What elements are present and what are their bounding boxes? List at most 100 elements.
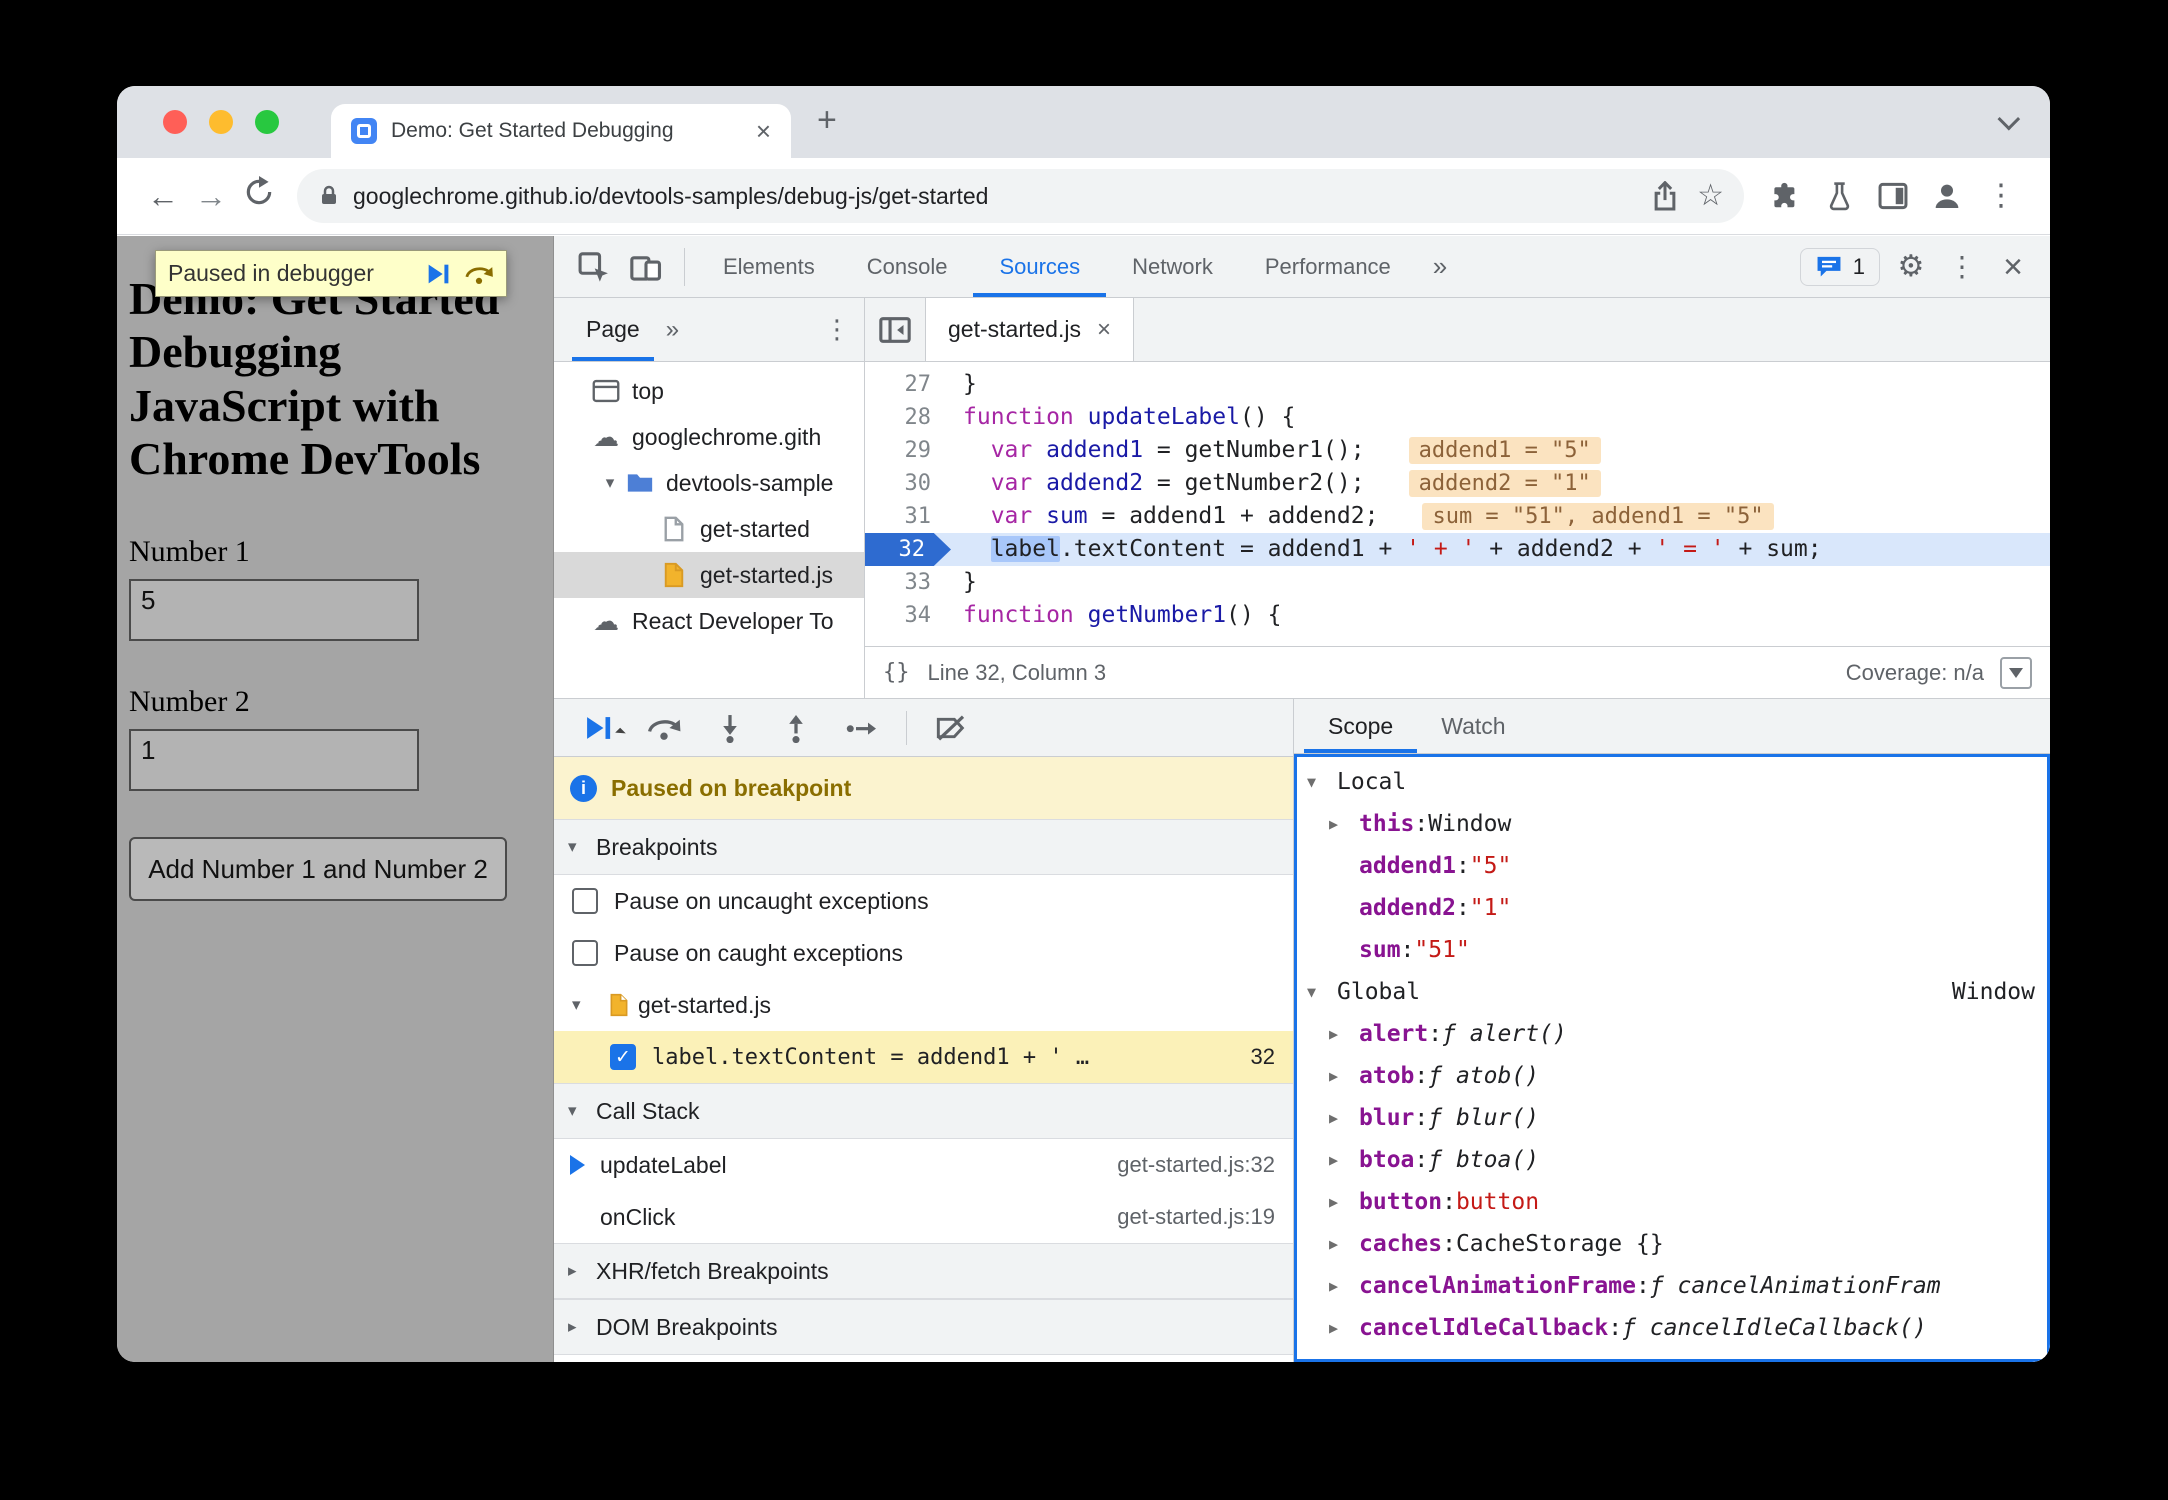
- forward-button[interactable]: →: [187, 178, 235, 215]
- add-numbers-button[interactable]: Add Number 1 and Number 2: [129, 837, 507, 902]
- profile-avatar[interactable]: [1920, 180, 1974, 212]
- scope-entry-captureevents[interactable]: ▶captureEvents: ƒ captureEvents(): [1297, 1349, 2047, 1359]
- extensions-puzzle-icon[interactable]: [1758, 181, 1812, 211]
- line-number-29[interactable]: 29: [865, 434, 951, 467]
- pause-uncaught-exceptions-row[interactable]: Pause on uncaught exceptions: [554, 875, 1293, 927]
- line-number-30[interactable]: 30: [865, 467, 951, 500]
- scope-entry-btoa[interactable]: ▶ btoa: ƒ btoa(): [1297, 1139, 2047, 1181]
- devtools-tab-network[interactable]: Network: [1106, 236, 1239, 297]
- code-line-34[interactable]: 34 function getNumber1() {: [865, 599, 2050, 632]
- scope-entry-global[interactable]: ▼ Global Window: [1297, 971, 2047, 1013]
- call-stack-frame-updatelabel[interactable]: updateLabel get-started.js:32: [554, 1139, 1293, 1191]
- tree-item-devtools-sample[interactable]: ▾ devtools-sample: [554, 460, 864, 506]
- devtools-tab-elements[interactable]: Elements: [697, 236, 841, 297]
- code-line-32[interactable]: 32 label.textContent = addend1 + ' + ' +…: [865, 533, 2050, 566]
- navigator-tab-page[interactable]: Page: [572, 298, 654, 361]
- flask-extension-icon[interactable]: [1812, 181, 1866, 211]
- pause-uncaught-checkbox[interactable]: [572, 888, 598, 914]
- code-line-29[interactable]: 29 var addend1 = getNumber1(); addend1 = …: [865, 434, 2050, 467]
- reload-button[interactable]: [235, 176, 283, 216]
- minimize-window-button[interactable]: [209, 110, 233, 134]
- line-number-32[interactable]: 32: [865, 533, 951, 566]
- more-tabs-button[interactable]: »: [1417, 251, 1463, 282]
- number2-input[interactable]: 1: [129, 729, 419, 792]
- scope-entry-this[interactable]: ▶ this: Window: [1297, 803, 2047, 845]
- scope-entry-blur[interactable]: ▶ blur: ƒ blur(): [1297, 1097, 2047, 1139]
- tab-close-icon[interactable]: ×: [756, 118, 771, 144]
- line-number-33[interactable]: 33: [865, 566, 951, 599]
- scope-entry-caches[interactable]: ▶ caches: CacheStorage {}: [1297, 1223, 2047, 1265]
- tab-scope[interactable]: Scope: [1304, 699, 1417, 753]
- editor-file-tab-close-icon[interactable]: ×: [1097, 316, 1111, 344]
- code-line-30[interactable]: 30 var addend2 = getNumber2(); addend2 = …: [865, 467, 2050, 500]
- console-messages-badge[interactable]: 1: [1799, 247, 1880, 286]
- step-button[interactable]: [834, 715, 890, 741]
- editor-file-tab[interactable]: get-started.js ×: [925, 298, 1134, 361]
- back-button[interactable]: ←: [139, 178, 187, 215]
- bookmark-star-icon[interactable]: ☆: [1697, 181, 1724, 211]
- url-text[interactable]: googlechrome.github.io/devtools-samples/…: [353, 183, 1633, 210]
- deactivate-breakpoints-button[interactable]: [923, 714, 979, 742]
- call-stack-frame-onclick[interactable]: onClick get-started.js:19: [554, 1191, 1293, 1243]
- scope-entry-sum[interactable]: sum: "51": [1297, 929, 2047, 971]
- maximize-window-button[interactable]: [255, 110, 279, 134]
- step-out-button[interactable]: [768, 713, 824, 743]
- resume-button[interactable]: [570, 713, 626, 743]
- xhr-breakpoints-section-header[interactable]: ▸ XHR/fetch Breakpoints: [554, 1243, 1293, 1299]
- scope-entry-addend2[interactable]: addend2: "1": [1297, 887, 2047, 929]
- share-icon[interactable]: [1651, 181, 1679, 211]
- tab-watch[interactable]: Watch: [1417, 699, 1529, 753]
- pause-caught-checkbox[interactable]: [572, 940, 598, 966]
- number1-input[interactable]: 5: [129, 579, 419, 642]
- scope-entry-local[interactable]: ▼ Local: [1297, 761, 2047, 803]
- scope-entry-cancelanimationframe[interactable]: ▶ cancelAnimationFrame: ƒ cancelAnimation…: [1297, 1265, 2047, 1307]
- scope-entry-atob[interactable]: ▶ atob: ƒ atob(): [1297, 1055, 2047, 1097]
- pause-caught-exceptions-row[interactable]: Pause on caught exceptions: [554, 927, 1293, 979]
- tree-item-googlechrome-gith[interactable]: ☁ googlechrome.gith: [554, 414, 864, 460]
- code-line-33[interactable]: 33}: [865, 566, 2050, 599]
- breakpoints-section-header[interactable]: ▾ Breakpoints: [554, 819, 1293, 875]
- code-line-31[interactable]: 31 var sum = addend1 + addend2; sum = "51…: [865, 500, 2050, 533]
- address-bar[interactable]: googlechrome.github.io/devtools-samples/…: [297, 169, 1744, 223]
- tree-item-react-developer-to[interactable]: ☁ React Developer To: [554, 598, 864, 644]
- scope-entry-cancelidlecallback[interactable]: ▶ cancelIdleCallback: ƒ cancelIdleCallbac…: [1297, 1307, 2047, 1349]
- inspect-element-icon[interactable]: [568, 251, 620, 283]
- browser-tab[interactable]: Demo: Get Started Debugging ×: [331, 104, 791, 158]
- scope-entry-button[interactable]: ▶ button: button: [1297, 1181, 2047, 1223]
- navigator-menu-kebab-icon[interactable]: ⋮: [810, 298, 864, 361]
- new-tab-button[interactable]: +: [817, 103, 837, 141]
- tree-item-top[interactable]: top: [554, 368, 864, 414]
- line-number-31[interactable]: 31: [865, 500, 951, 533]
- side-panel-icon[interactable]: [1866, 182, 1920, 210]
- tab-search-chevron-icon[interactable]: [1997, 107, 2021, 131]
- line-number-28[interactable]: 28: [865, 401, 951, 434]
- settings-gear-icon[interactable]: ⚙: [1888, 249, 1934, 284]
- step-over-tooltip-icon[interactable]: [464, 262, 494, 286]
- devtools-tab-performance[interactable]: Performance: [1239, 236, 1417, 297]
- devtools-menu-kebab-icon[interactable]: ⋮: [1942, 250, 1982, 283]
- hide-navigator-icon[interactable]: [865, 298, 925, 361]
- breakpoint-file-group[interactable]: ▾ get-started.js: [554, 979, 1293, 1031]
- coverage-toggle-icon[interactable]: [2000, 656, 2032, 689]
- browser-menu-kebab-icon[interactable]: ⋮: [1974, 181, 2028, 211]
- dom-breakpoints-section-header[interactable]: ▸ DOM Breakpoints: [554, 1299, 1293, 1355]
- breakpoint-checkbox[interactable]: ✓: [610, 1044, 636, 1070]
- devtools-tab-console[interactable]: Console: [841, 236, 974, 297]
- scope-entry-alert[interactable]: ▶ alert: ƒ alert(): [1297, 1013, 2047, 1055]
- tree-item-get-started-js[interactable]: get-started.js: [554, 552, 864, 598]
- resume-script-icon[interactable]: [424, 261, 452, 287]
- step-over-button[interactable]: [636, 715, 692, 741]
- call-stack-section-header[interactable]: ▾ Call Stack: [554, 1083, 1293, 1139]
- code-line-27[interactable]: 27}: [865, 368, 2050, 401]
- close-devtools-icon[interactable]: ×: [1990, 250, 2036, 284]
- close-window-button[interactable]: [163, 110, 187, 134]
- device-toolbar-icon[interactable]: [620, 252, 672, 282]
- navigator-more-tabs[interactable]: »: [654, 298, 691, 361]
- line-number-34[interactable]: 34: [865, 599, 951, 632]
- pretty-print-icon[interactable]: {}: [883, 660, 910, 685]
- code-line-28[interactable]: 28 function updateLabel() {: [865, 401, 2050, 434]
- scope-entry-addend1[interactable]: addend1: "5": [1297, 845, 2047, 887]
- step-into-button[interactable]: [702, 713, 758, 743]
- breakpoint-entry[interactable]: ✓ label.textContent = addend1 + ' … 32: [554, 1031, 1293, 1083]
- devtools-tab-sources[interactable]: Sources: [973, 236, 1106, 297]
